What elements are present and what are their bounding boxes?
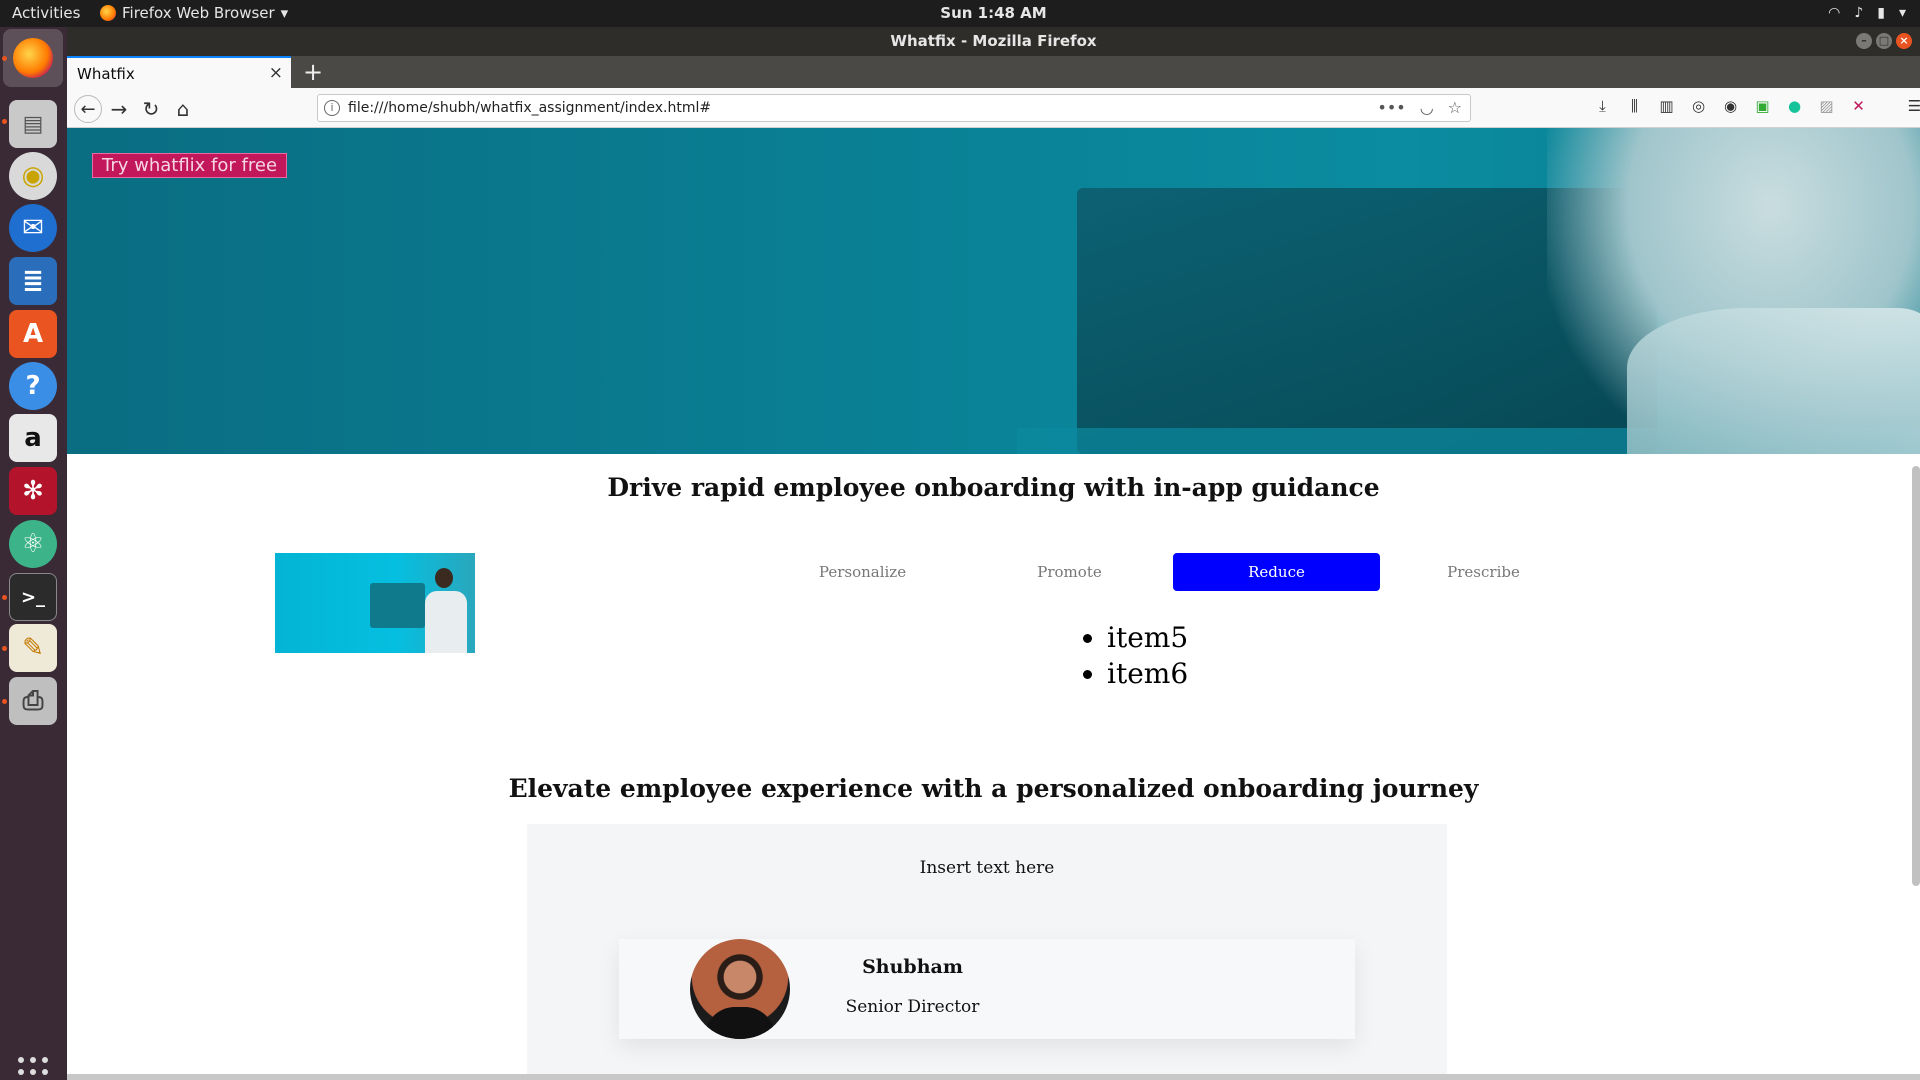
dock-help[interactable]: ? <box>9 362 57 410</box>
sidebar-icon[interactable]: ▥ <box>1656 96 1677 117</box>
running-indicator <box>2 699 7 704</box>
extension-gray-icon[interactable]: ▨ <box>1816 96 1837 117</box>
tab-title: Whatfix <box>77 65 135 83</box>
close-window-button[interactable]: × <box>1896 33 1912 49</box>
dock-text-editor[interactable]: ✎ <box>9 624 57 672</box>
try-free-button[interactable]: Try whatflix for free <box>92 153 288 178</box>
window-title: Whatfix - Mozilla Firefox <box>890 32 1097 50</box>
writer-icon: ≣ <box>22 266 44 296</box>
library-icon[interactable]: ⫼ <box>1624 96 1645 117</box>
running-indicator <box>2 56 7 61</box>
site-info-icon[interactable]: i <box>324 100 340 116</box>
testimonial-name: Shubham <box>862 956 963 978</box>
dock-files[interactable]: ▤ <box>9 100 57 148</box>
testimonial-role: Senior Director <box>845 997 980 1017</box>
url-actions: ••• ◡ ☆ <box>1377 98 1462 117</box>
feature-tabs: Personalize Promote Reduce Prescribe <box>759 553 1587 591</box>
system-top-panel: Activities Firefox Web Browser ▾ Sun 1:4… <box>0 0 1920 27</box>
minimize-button[interactable]: – <box>1856 33 1872 49</box>
dock-rhythmbox[interactable]: ◉ <box>9 152 57 200</box>
terminal-icon: >_ <box>20 586 46 608</box>
list-item: item6 <box>1107 656 1188 692</box>
hero-banner: Try whatflix for free <box>67 128 1920 454</box>
testimonial-card: Shubham Senior Director <box>619 939 1355 1039</box>
extension-green-icon[interactable]: ▣ <box>1752 96 1773 117</box>
tab-personalize[interactable]: Personalize <box>759 553 966 591</box>
wifi-icon: ◠ <box>1828 5 1841 21</box>
tab-bar: Whatfix × + <box>67 56 1920 88</box>
dock-atom[interactable]: ⚛ <box>9 520 57 568</box>
hero-sleeve-image <box>1627 308 1920 454</box>
system-tray[interactable]: ◠ ♪ ▮ ▾ <box>1828 5 1906 21</box>
files-icon: ▤ <box>22 111 44 137</box>
scanner-icon: ⎙ <box>22 685 44 716</box>
url-text[interactable]: file:///home/shubh/whatfix_assignment/in… <box>348 100 711 116</box>
show-apps-icon[interactable] <box>18 1057 48 1080</box>
dock-writer[interactable]: ≣ <box>9 257 57 305</box>
running-indicator <box>2 646 7 651</box>
dock-software[interactable]: A <box>9 310 57 358</box>
dock-mendeley[interactable]: ✻ <box>9 467 57 515</box>
close-tab-icon[interactable]: × <box>269 63 283 83</box>
url-bar[interactable]: i file:///home/shubh/whatfix_assignment/… <box>317 94 1471 122</box>
help-icon: ? <box>25 371 41 401</box>
vertical-scrollbar[interactable] <box>1912 466 1920 886</box>
new-tab-button[interactable]: + <box>303 58 323 86</box>
chevron-down-icon: ▾ <box>1898 5 1906 21</box>
thunderbird-icon: ✉ <box>22 213 44 243</box>
text-editor-icon: ✎ <box>22 633 44 663</box>
testimonial-text: Insert text here <box>919 858 1055 878</box>
tab-content-list: item5 item6 <box>1067 620 1188 692</box>
horizontal-scrollbar[interactable] <box>67 1074 1920 1080</box>
running-indicator <box>2 119 7 124</box>
section-title-onboarding: Drive rapid employee onboarding with in-… <box>607 473 1380 502</box>
hamburger-menu-icon[interactable]: ☰ <box>1904 96 1920 117</box>
tab-prescribe[interactable]: Prescribe <box>1380 553 1587 591</box>
reload-button[interactable]: ↻ <box>137 95 165 123</box>
section-title-experience: Elevate employee experience with a perso… <box>508 774 1479 803</box>
dock-scanner[interactable]: ⎙ <box>9 677 57 725</box>
account-icon[interactable]: ◉ <box>1720 96 1741 117</box>
firefox-icon <box>13 38 53 78</box>
testimonial-section: Insert text here Shubham Senior Director <box>527 824 1447 1080</box>
toolbar-extensions: ⤓ ⫼ ▥ ◎ ◉ ▣ ● ▨ ✕ ☰ <box>1592 96 1920 117</box>
bookmark-star-icon[interactable]: ☆ <box>1448 98 1462 117</box>
window-titlebar: Whatfix - Mozilla Firefox – □ × <box>67 27 1920 56</box>
mendeley-icon: ✻ <box>22 476 44 506</box>
maximize-button[interactable]: □ <box>1876 33 1892 49</box>
navigation-toolbar: ← → ↻ ⌂ i file:///home/shubh/whatfix_ass… <box>67 88 1920 128</box>
dock-thunderbird[interactable]: ✉ <box>9 204 57 252</box>
atom-icon: ⚛ <box>21 529 45 559</box>
dock-firefox[interactable] <box>3 29 63 87</box>
browser-tab[interactable]: Whatfix × <box>67 56 291 88</box>
back-button[interactable]: ← <box>74 95 102 123</box>
page-viewport: Try whatflix for free Drive rapid employ… <box>67 128 1920 1080</box>
software-icon: A <box>22 319 44 349</box>
rhythmbox-icon: ◉ <box>21 161 45 191</box>
clock[interactable]: Sun 1:48 AM <box>0 4 1920 22</box>
dock-terminal[interactable]: >_ <box>9 573 57 621</box>
downloads-icon[interactable]: ⤓ <box>1592 96 1613 117</box>
forward-button[interactable]: → <box>105 95 133 123</box>
extension-x-icon[interactable]: ✕ <box>1848 96 1869 117</box>
feature-thumbnail <box>275 553 475 653</box>
list-item: item5 <box>1107 620 1188 656</box>
volume-icon: ♪ <box>1854 5 1864 21</box>
home-button[interactable]: ⌂ <box>169 95 197 123</box>
battery-icon: ▮ <box>1877 5 1885 21</box>
tab-reduce[interactable]: Reduce <box>1173 553 1380 591</box>
tab-promote[interactable]: Promote <box>966 553 1173 591</box>
dock: ▤ ◉ ✉ ≣ A ? a ✻ ⚛ >_ ✎ ⎙ <box>0 27 67 1080</box>
dock-amazon[interactable]: a <box>9 414 57 462</box>
amazon-icon: a <box>24 423 42 453</box>
grammarly-icon[interactable]: ● <box>1784 96 1805 117</box>
window-controls: – □ × <box>1856 33 1912 49</box>
avatar <box>690 939 790 1039</box>
running-indicator <box>2 595 7 600</box>
extension-icon[interactable]: ◎ <box>1688 96 1709 117</box>
page-actions-icon[interactable]: ••• <box>1377 98 1405 117</box>
pocket-icon[interactable]: ◡ <box>1420 98 1434 117</box>
